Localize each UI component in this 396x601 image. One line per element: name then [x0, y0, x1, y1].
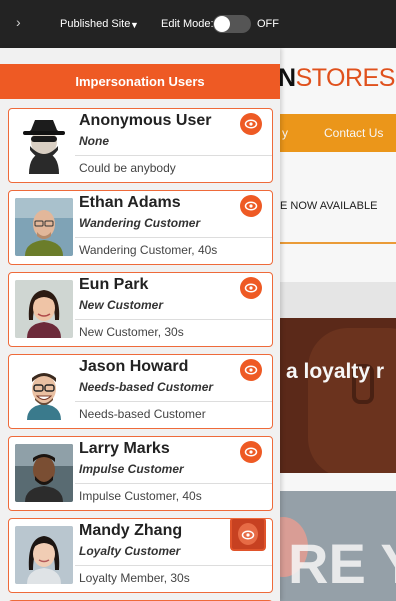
eye-icon[interactable] [240, 113, 262, 135]
impersonation-panel: Impersonation Users Anonymous User None … [0, 48, 280, 601]
toggle-knob [214, 16, 230, 32]
user-persona: New Customer [79, 298, 164, 312]
card-divider [75, 401, 272, 402]
user-card-ethan-adams[interactable]: Ethan Adams Wandering Customer Wandering… [8, 190, 273, 265]
user-persona: None [79, 134, 109, 148]
user-persona: Impulse Customer [79, 462, 184, 476]
user-name: Larry Marks [79, 440, 170, 457]
card-divider [75, 483, 272, 484]
eye-icon[interactable] [240, 359, 262, 381]
user-name: Eun Park [79, 276, 149, 293]
edit-mode-label: Edit Mode: [161, 18, 214, 30]
user-name: Mandy Zhang [79, 522, 183, 539]
edit-mode-state: OFF [257, 18, 279, 30]
avatar [15, 116, 73, 174]
card-divider [75, 319, 272, 320]
eye-icon[interactable] [240, 277, 262, 299]
user-description: Needs-based Customer [79, 407, 206, 421]
edit-mode-toggle[interactable] [213, 15, 251, 33]
user-description: New Customer, 30s [79, 325, 184, 339]
user-persona: Needs-based Customer [79, 380, 214, 394]
user-persona: Loyalty Customer [79, 544, 181, 558]
user-card-mandy-zhang[interactable]: Mandy Zhang Loyalty Customer Loyalty Mem… [8, 518, 273, 593]
avatar [15, 198, 73, 256]
eye-icon[interactable] [240, 195, 262, 217]
site-overlay [280, 48, 396, 601]
card-divider [75, 565, 272, 566]
user-description: Impulse Customer, 40s [79, 489, 202, 503]
avatar [15, 280, 73, 338]
user-card-anonymous[interactable]: Anonymous User None Could be anybody [8, 108, 273, 183]
avatar [15, 444, 73, 502]
eye-icon[interactable] [240, 441, 262, 463]
user-name: Jason Howard [79, 358, 189, 375]
user-name: Anonymous User [79, 112, 212, 129]
chevron-right-icon[interactable]: › [16, 14, 21, 30]
user-description: Loyalty Member, 30s [79, 571, 190, 585]
user-description: Could be anybody [79, 161, 176, 175]
user-card-jason-howard[interactable]: Jason Howard Needs-based Customer Needs-… [8, 354, 273, 429]
avatar [15, 362, 73, 420]
user-description: Wandering Customer, 40s [79, 243, 218, 257]
user-card-eun-park[interactable]: Eun Park New Customer New Customer, 30s [8, 272, 273, 347]
card-divider [75, 155, 272, 156]
eye-icon[interactable] [230, 519, 266, 551]
avatar [15, 526, 73, 584]
user-card-larry-marks[interactable]: Larry Marks Impulse Customer Impulse Cus… [8, 436, 273, 511]
user-persona: Wandering Customer [79, 216, 201, 230]
site-selector[interactable]: Published Site [60, 18, 130, 30]
editor-toolbar: › Published Site ▼ Edit Mode: OFF [0, 0, 396, 48]
user-name: Ethan Adams [79, 194, 181, 211]
card-divider [75, 237, 272, 238]
panel-title: Impersonation Users [0, 64, 280, 99]
caret-down-icon[interactable]: ▼ [130, 20, 139, 30]
